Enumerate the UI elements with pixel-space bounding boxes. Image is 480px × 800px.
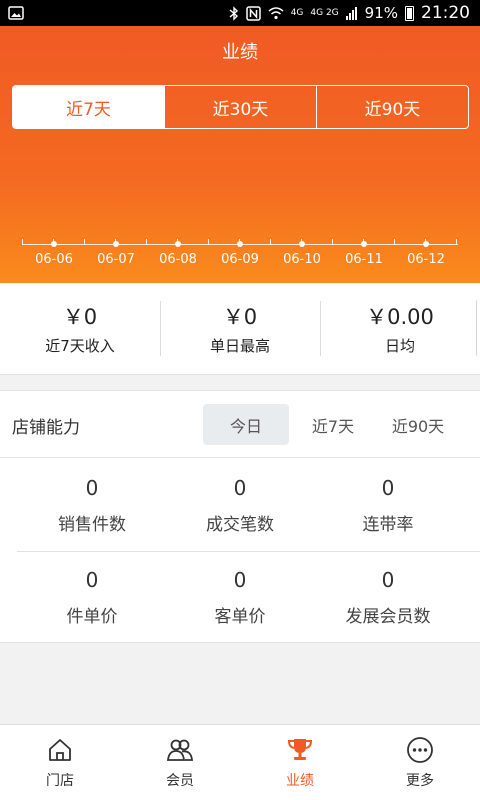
- metric-label: 发展会员数: [345, 607, 431, 627]
- bottom-nav: 门店 会员 业绩 更多: [0, 724, 480, 800]
- more-icon: [407, 737, 433, 763]
- nav-label: 更多: [406, 773, 434, 789]
- metric-customer-price: 0 客单价: [160, 568, 320, 627]
- range-tabs: 近7天 近30天 近90天: [12, 85, 469, 129]
- chart-x-tick-label: 06-07: [97, 252, 135, 267]
- battery-percent: 91%: [364, 4, 398, 22]
- bluetooth-icon: [229, 5, 238, 21]
- chart-point: [423, 241, 429, 247]
- capability-title: 店铺能力: [12, 418, 80, 438]
- tab-capability-90d[interactable]: 近90天: [375, 404, 461, 445]
- chart-axis-tick: [208, 239, 209, 245]
- chart-axis-tick: [146, 239, 147, 245]
- metric-label: 成交笔数: [206, 515, 274, 535]
- metric-new-members: 0 发展会员数: [308, 568, 468, 627]
- nav-item-performance[interactable]: 业绩: [240, 725, 360, 800]
- metric-label: 销售件数: [58, 515, 126, 535]
- chart-point: [237, 241, 243, 247]
- metric-value: 0: [233, 476, 247, 500]
- summary-label: 单日最高: [209, 337, 270, 355]
- chart-x-tick-label: 06-08: [159, 252, 197, 267]
- nav-label: 门店: [46, 773, 74, 789]
- gallery-notification-icon: [8, 6, 24, 20]
- metric-unit-price: 0 件单价: [12, 568, 172, 627]
- tab-range-90d[interactable]: 近90天: [316, 86, 468, 128]
- metric-value: 0: [381, 476, 395, 500]
- tab-capability-7d[interactable]: 近7天: [290, 404, 376, 445]
- store-capability-panel: 店铺能力 今日 近7天 近90天 0 销售件数 0 成交笔数 0 连带率 0 件…: [0, 390, 480, 643]
- summary-label: 近7天收入: [45, 337, 115, 355]
- summary-daily-average: ￥0.00 日均: [320, 283, 480, 374]
- metric-value: 0: [85, 476, 99, 500]
- clock: 21:20: [421, 3, 470, 23]
- nav-label: 会员: [166, 773, 194, 789]
- summary-7d-income: ￥0 近7天收入: [0, 283, 160, 374]
- income-summary: ￥0 近7天收入 ￥0 单日最高 ￥0.00 日均: [0, 283, 480, 375]
- chart-point: [361, 241, 367, 247]
- chart-point: [299, 241, 305, 247]
- chart-x-tick-label: 06-10: [283, 252, 321, 267]
- chart-axis-tick: [456, 239, 457, 245]
- nav-item-members[interactable]: 会员: [120, 725, 240, 800]
- chart-axis-tick: [22, 239, 23, 245]
- network-type-label-secondary: 4G 2G: [310, 7, 339, 18]
- nav-item-store[interactable]: 门店: [0, 725, 120, 800]
- summary-label: 日均: [384, 337, 415, 355]
- metric-label: 件单价: [66, 607, 118, 627]
- chart-x-tick-label: 06-12: [407, 252, 445, 267]
- metric-transactions: 0 成交笔数: [160, 476, 320, 535]
- metric-label: 客单价: [214, 607, 266, 627]
- members-icon: [166, 739, 193, 761]
- metric-value: 0: [85, 568, 99, 592]
- summary-value: ￥0.00: [366, 305, 434, 329]
- horizontal-scroll-edge: [476, 300, 480, 356]
- chart-point: [113, 241, 119, 247]
- chart-point: [175, 241, 181, 247]
- chart-point: [51, 241, 57, 247]
- metric-value: 0: [233, 568, 247, 592]
- nfc-icon: [245, 5, 261, 21]
- metric-attach-rate: 0 连带率: [308, 476, 468, 535]
- metric-label: 连带率: [362, 515, 414, 535]
- chart-axis-tick: [84, 239, 85, 245]
- chart-x-tick-label: 06-11: [345, 252, 383, 267]
- chart-axis-tick: [332, 239, 333, 245]
- wifi-icon: [268, 7, 284, 20]
- metric-value: 0: [381, 568, 395, 592]
- tab-range-30d[interactable]: 近30天: [164, 86, 316, 128]
- network-type-label: 4G: [290, 7, 304, 18]
- chart-x-tick-label: 06-09: [221, 252, 259, 267]
- chart-axis-tick: [270, 239, 271, 245]
- summary-value: ￥0: [62, 305, 98, 329]
- summary-daily-max: ￥0 单日最高: [160, 283, 320, 374]
- capability-header: 店铺能力 今日 近7天 近90天: [0, 391, 480, 458]
- page-title: 业绩: [222, 42, 258, 63]
- status-bar: 4G 4G 2G 91% 21:20: [0, 0, 480, 26]
- summary-value: ￥0: [222, 305, 258, 329]
- nav-label: 业绩: [286, 773, 314, 789]
- store-icon: [49, 739, 71, 761]
- chart-x-tick-label: 06-06: [35, 252, 73, 267]
- chart-axis-tick: [394, 239, 395, 245]
- trophy-icon: [287, 739, 313, 760]
- tab-range-7d[interactable]: 近7天: [13, 86, 164, 128]
- performance-header: 业绩 近7天 近30天 近90天 06-06 06-07 06-08 06-09 06-…: [0, 26, 480, 283]
- tab-capability-today[interactable]: 今日: [203, 404, 289, 445]
- nav-item-more[interactable]: 更多: [360, 725, 480, 800]
- battery-icon: [405, 5, 414, 21]
- metric-items-sold: 0 销售件数: [12, 476, 172, 535]
- signal-icon: [345, 7, 357, 20]
- divider: [17, 551, 480, 552]
